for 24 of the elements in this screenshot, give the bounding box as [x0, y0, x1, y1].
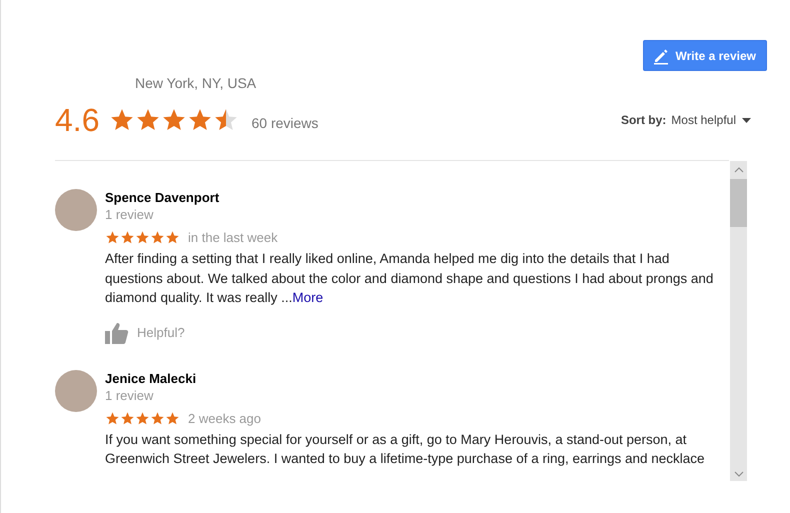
write-review-button[interactable]: Write a review: [642, 40, 767, 71]
avatar: [55, 370, 97, 412]
scroll-up-icon[interactable]: [734, 167, 744, 173]
more-link[interactable]: More: [292, 290, 324, 305]
scrollbar-thumb[interactable]: [730, 179, 747, 227]
review-time: in the last week: [188, 229, 278, 246]
avatar: [55, 189, 97, 231]
rating-score: 4.6: [55, 102, 100, 138]
review-time: 2 weeks ago: [188, 410, 261, 426]
review-count: 60 reviews: [251, 115, 318, 131]
sort-label: Sort by:: [620, 113, 666, 127]
thumbs-up-icon[interactable]: [105, 322, 129, 344]
scrollbar[interactable]: [730, 161, 747, 481]
sort-dropdown[interactable]: Most helpful: [671, 113, 751, 127]
reviewer-review-count: 1 review: [105, 206, 154, 223]
scroll-down-icon[interactable]: [734, 471, 744, 477]
reviewer-name[interactable]: Jenice Malecki: [105, 370, 730, 386]
pencil-icon: [652, 46, 670, 64]
reviewer-name[interactable]: Spence Davenport: [105, 189, 730, 206]
location-text: New York, NY, USA: [135, 75, 256, 91]
reviewer-review-count: 1 review: [105, 386, 154, 404]
caret-icon: [742, 118, 751, 122]
review-text: After finding a setting that I really liked online, Amanda helped me dig into the details that I had questions about. We talked about the color and diamond shape and questions I had about prongs and diamond quality. It was really ...More: [105, 250, 714, 307]
review-text: If you want something special for yourself or as a gift, go to Mary Herouvis, a stand-out person, at Greenwich Street Jewelers. I wanted to buy a lifetime-type purchase of a ring, earrings and necklace: [105, 430, 706, 468]
